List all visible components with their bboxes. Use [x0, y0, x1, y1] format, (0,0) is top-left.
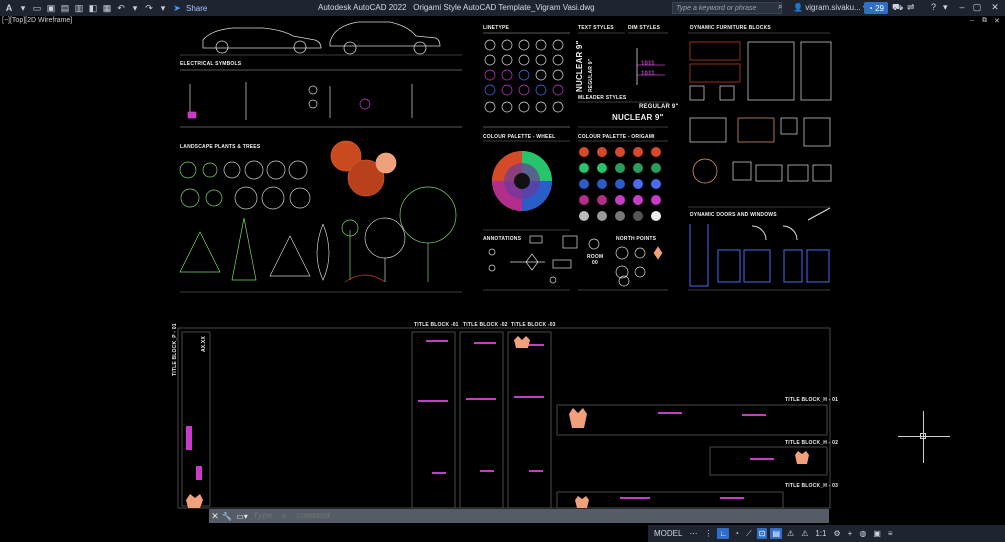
section-dim-styles: DIM STYLES	[628, 25, 661, 31]
autocad-logo-icon[interactable]: A	[4, 3, 14, 13]
grid-icon[interactable]: ⋯	[687, 528, 699, 539]
title-block-frames	[177, 327, 831, 509]
dim-sample-1: 1011	[641, 61, 655, 67]
maximize-icon[interactable]: ▢	[970, 2, 984, 13]
plot-icon[interactable]: ▦	[102, 3, 112, 13]
undo-dropdown-icon[interactable]: ▾	[130, 3, 140, 13]
annotation-visibility-icon[interactable]: ⚠	[799, 528, 810, 539]
osnap-icon[interactable]: ⊡	[756, 528, 768, 539]
car-blocks	[202, 21, 441, 55]
new-file-icon[interactable]: ▭	[32, 3, 42, 13]
fox-mascot-icons	[186, 336, 809, 508]
undo-icon[interactable]: ↶	[116, 3, 126, 13]
isodraft-icon[interactable]: ⟋	[744, 528, 754, 540]
app-menu-chevron-icon[interactable]: ▾	[18, 3, 28, 13]
text-style-regular: REGULAR 9"	[588, 58, 594, 92]
text-style-nuclear: NUCLEAR 9"	[575, 40, 584, 92]
command-line: ✕ 🔧 ▭▾	[209, 509, 829, 523]
window-title: Autodesk AutoCAD 2022 Origami Style Auto…	[318, 3, 595, 12]
isolate-icon[interactable]: ◍	[857, 528, 868, 539]
title-bar: A ▾ ▭ ▣ ▤ ▥ ◧ ▦ ↶ ▾ ↷ ▾ ➤ Share Autodesk…	[0, 0, 1005, 16]
drawing-canvas[interactable]	[0, 17, 1005, 509]
help-icon[interactable]: ?	[931, 2, 936, 12]
mleader-nuclear: NUCLEAR 9"	[612, 113, 664, 122]
origami-palette	[579, 147, 661, 221]
section-landscape: LANDSCAPE PLANTS & TREES	[180, 144, 261, 150]
share-button[interactable]: Share	[186, 4, 207, 13]
user-icon: 👤	[793, 3, 803, 12]
user-account[interactable]: 👤 vigram.sivaku... ▾	[793, 3, 867, 12]
cloud-save-icon[interactable]: ◧	[88, 3, 98, 13]
lineweight-icon[interactable]: ▤	[770, 528, 783, 539]
user-name: vigram.sivaku...	[805, 3, 861, 12]
linetype-samples	[483, 32, 570, 128]
section-doors-windows: DYNAMIC DOORS AND WINDOWS	[690, 212, 777, 218]
section-title-block-02: TITLE BLOCK -02	[463, 322, 508, 328]
ortho-icon[interactable]: ∟	[717, 528, 730, 539]
open-folder-icon[interactable]: ▣	[46, 3, 56, 13]
redo-dropdown-icon[interactable]: ▾	[158, 3, 168, 13]
section-palette-wheel: COLOUR PALETTE - WHEEL	[483, 134, 556, 140]
colour-wheel	[492, 151, 552, 211]
annotation-scale-value[interactable]: 1:1	[813, 528, 828, 539]
title-block-p-sheet: AX.XX	[201, 335, 207, 352]
search-input[interactable]: Type a keyword or phrase	[672, 2, 782, 14]
redo-icon[interactable]: ↷	[144, 3, 154, 13]
section-mleader: MLEADER STYLES	[578, 95, 627, 101]
annotation-samples	[488, 235, 600, 284]
help-dropdown-icon[interactable]: ▾	[943, 2, 948, 13]
model-space-button[interactable]: MODEL	[652, 528, 684, 539]
section-palette-origami: COLOUR PALETTE - ORIGAMI	[578, 134, 655, 140]
section-title-block-h-02: TITLE BLOCK_H - 02	[785, 440, 839, 446]
section-text-styles: TEXT STYLES	[578, 25, 614, 31]
electrical-symbols	[180, 69, 462, 128]
section-title-block-03: TITLE BLOCK -03	[511, 322, 556, 328]
section-electrical-symbols: ELECTRICAL SYMBOLS	[180, 61, 242, 67]
section-title-block-h-01: TITLE BLOCK_H - 01	[785, 397, 839, 403]
command-prompt-icon[interactable]: ▭▾	[233, 512, 251, 521]
search-icon[interactable]: ⌕	[778, 2, 788, 14]
dim-sample-2: 1011	[641, 71, 655, 77]
section-title-block-01: TITLE BLOCK -01	[414, 322, 459, 328]
app-name: Autodesk AutoCAD 2022	[318, 3, 407, 12]
snap-icon[interactable]: ⋮	[702, 528, 714, 539]
save-as-icon[interactable]: ▥	[74, 3, 84, 13]
section-north-points: NORTH POINTS	[616, 236, 657, 242]
connect-icon[interactable]: ⇌	[907, 2, 915, 13]
notification-count: 29	[875, 3, 884, 13]
status-bar: MODEL ⋯ ⋮ ∟ ◔ ⟋ ⊡ ▤ ⚠ ⚠ 1:1 ⚙ + ◍ ▣ ≡	[648, 525, 1005, 542]
minimize-icon[interactable]: –	[955, 2, 969, 12]
section-linetype: LINETYPE	[483, 25, 510, 31]
customize-icon[interactable]: ≡	[886, 528, 895, 539]
polar-icon[interactable]: ◔	[732, 528, 741, 539]
command-close-icon[interactable]: ✕	[209, 511, 221, 522]
north-points	[615, 246, 663, 287]
document-name: Origami Style AutoCAD Template_Vigram Va…	[413, 3, 595, 12]
doors-windows	[689, 207, 831, 287]
furniture-blocks	[689, 41, 832, 184]
title-block-details	[186, 340, 774, 499]
workspace-gear-icon[interactable]: ⚙	[831, 528, 842, 539]
section-title-block-h-03: TITLE BLOCK_H - 03	[785, 483, 839, 489]
hardware-accel-icon[interactable]: ▣	[871, 528, 883, 539]
command-customize-icon[interactable]: 🔧	[221, 512, 233, 521]
clock-icon: ◔	[868, 3, 873, 13]
annotation-scale-icon[interactable]: ⚠	[785, 528, 796, 539]
quick-access-toolbar: A ▾ ▭ ▣ ▤ ▥ ◧ ▦ ↶ ▾ ↷ ▾ ➤ Share	[0, 3, 208, 14]
close-icon[interactable]: ✕	[988, 2, 1002, 13]
landscape-plants	[179, 140, 457, 283]
room-number: 00	[592, 260, 598, 266]
section-annotations: ANNOTATIONS	[483, 236, 522, 242]
plus-icon[interactable]: +	[846, 528, 855, 539]
notification-badge[interactable]: ◔ 29	[864, 2, 888, 14]
section-title-block-p: TITLE BLOCK_P - 01	[172, 323, 178, 376]
share-icon[interactable]: ➤	[172, 3, 182, 13]
cart-icon[interactable]: ⛟	[892, 2, 903, 14]
mleader-regular: REGULAR 9"	[639, 104, 679, 110]
crosshair-pickbox	[920, 433, 926, 439]
section-furniture: DYNAMIC FURNITURE BLOCKS	[690, 25, 771, 31]
save-icon[interactable]: ▤	[60, 3, 70, 13]
command-input[interactable]	[251, 510, 815, 522]
